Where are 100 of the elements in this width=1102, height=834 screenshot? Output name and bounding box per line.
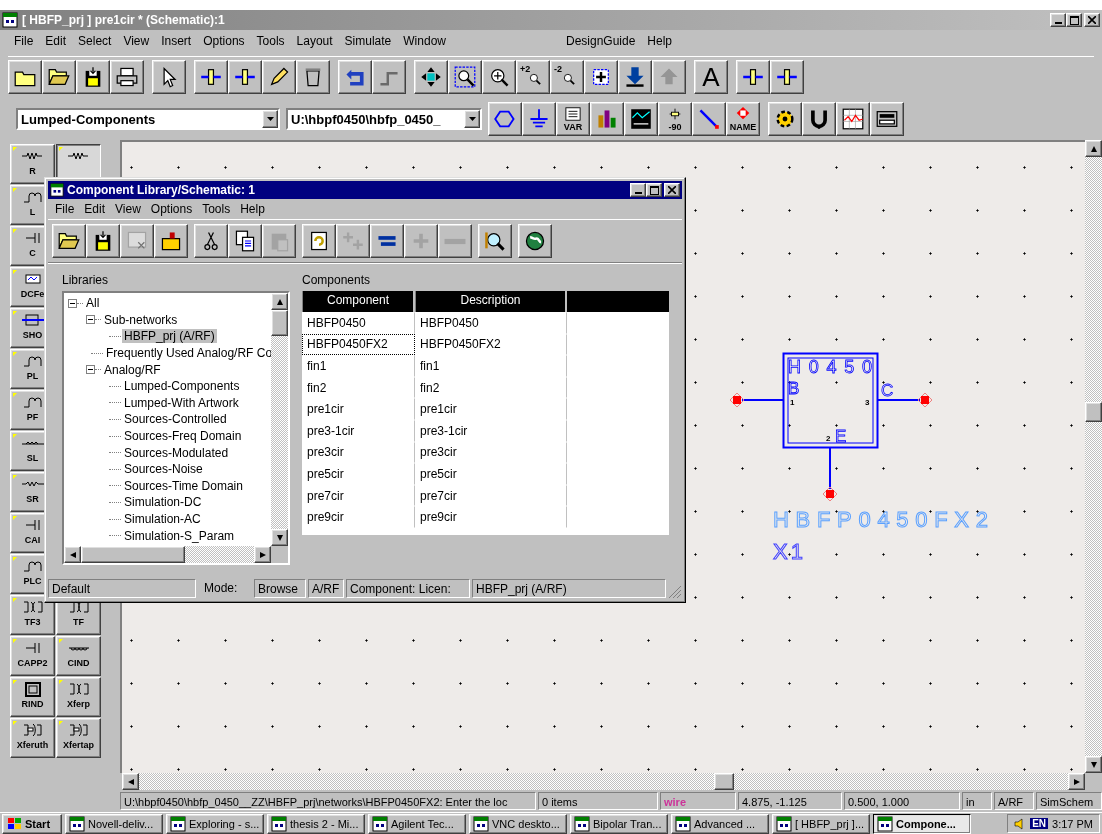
table-cell[interactable]: fin2 — [302, 376, 415, 399]
palette-button[interactable]: Xfertap — [56, 718, 101, 758]
tree-item[interactable]: Sources-Controlled — [122, 412, 229, 427]
tree-item[interactable]: All — [84, 296, 102, 311]
toolbar-button[interactable] — [370, 224, 404, 258]
collapse-icon[interactable] — [68, 298, 77, 308]
toolbar-button[interactable] — [302, 224, 336, 258]
table-cell[interactable]: pre7cir — [302, 484, 415, 507]
toolbar-button[interactable] — [42, 60, 76, 94]
menu-item[interactable]: Tools — [197, 201, 236, 217]
scroll-arrow-button[interactable] — [122, 773, 139, 790]
path-dropdown[interactable]: U:\hbpf0450\hbfp_0450_ — [286, 108, 482, 130]
menu-item[interactable]: Insert — [155, 32, 198, 50]
taskbar-button[interactable]: Agilent Tec... — [368, 814, 466, 834]
scroll-thumb[interactable] — [271, 310, 288, 336]
collapse-icon[interactable] — [86, 315, 95, 325]
table-cell[interactable]: HBFP0450FX2 — [415, 333, 567, 356]
table-cell[interactable]: pre9cir — [415, 506, 567, 528]
toolbar-button[interactable] — [76, 60, 110, 94]
toolbar-button[interactable] — [86, 224, 120, 258]
toolbar-button[interactable] — [228, 224, 262, 258]
scroll-arrow-button[interactable] — [1068, 773, 1085, 790]
table-cell[interactable]: pre7cir — [415, 484, 567, 507]
toolbar-button[interactable] — [518, 224, 552, 258]
table-cell[interactable]: pre1cir — [302, 398, 415, 420]
toolbar-button[interactable] — [522, 102, 556, 136]
scroll-arrow-button[interactable] — [271, 293, 288, 310]
table-cell[interactable]: pre3-1cir — [302, 419, 415, 442]
menu-item[interactable]: Help — [641, 32, 679, 50]
table-cell[interactable]: HBFP0450 — [302, 312, 415, 334]
palette-button[interactable]: CIND — [56, 636, 101, 676]
toolbar-button[interactable] — [152, 60, 186, 94]
table-cell[interactable]: pre9cir — [302, 506, 415, 528]
taskbar-button[interactable]: [ HBFP_prj ]... — [772, 814, 870, 834]
toolbar-button[interactable] — [870, 102, 904, 136]
start-button[interactable]: Start — [2, 814, 62, 834]
toolbar-button[interactable] — [194, 224, 228, 258]
dropdown-button[interactable] — [464, 110, 480, 128]
menu-item[interactable]: Options — [197, 32, 251, 50]
menu-item[interactable]: File — [8, 32, 40, 50]
table-cell[interactable]: pre1cir — [415, 398, 567, 420]
toolbar-button[interactable] — [448, 60, 482, 94]
tree-item[interactable]: HBFP_prj (A/RF) — [122, 329, 217, 344]
toolbar-button[interactable] — [482, 60, 516, 94]
toolbar-button[interactable] — [590, 102, 624, 136]
maximize-button[interactable] — [1066, 13, 1082, 27]
vertical-scrollbar[interactable] — [1085, 140, 1102, 773]
menu-item[interactable]: Options — [145, 201, 198, 217]
language-indicator[interactable]: EN — [1030, 818, 1049, 829]
palette-button[interactable]: R — [10, 144, 55, 184]
table-cell[interactable]: pre5cir — [302, 463, 415, 485]
toolbar-button[interactable] — [296, 60, 330, 94]
tree-item[interactable]: Sources-Time Domain — [122, 478, 245, 493]
tree-item[interactable]: Lumped-Components — [122, 379, 242, 394]
menu-item[interactable]: View — [117, 32, 156, 50]
menu-item[interactable]: Help — [235, 201, 270, 217]
horizontal-scrollbar[interactable] — [64, 546, 288, 563]
menu-item[interactable]: Select — [72, 32, 118, 50]
taskbar-button[interactable]: thesis 2 - Mi... — [267, 814, 365, 834]
toolbar-button[interactable] — [194, 60, 228, 94]
taskbar-button[interactable]: Advanced ... — [671, 814, 769, 834]
taskbar-button[interactable]: Novell-deliv... — [65, 814, 163, 834]
toolbar-button[interactable] — [154, 224, 188, 258]
toolbar-button[interactable] — [478, 224, 512, 258]
toolbar-button[interactable]: -90 — [658, 102, 692, 136]
minimize-button[interactable] — [630, 183, 646, 197]
library-tree[interactable] — [62, 291, 290, 565]
tree-item[interactable]: Sources-Freq Domain — [122, 429, 244, 444]
table-cell[interactable]: HBFP0450FX2 — [302, 333, 415, 356]
close-button[interactable] — [664, 183, 680, 197]
palette-button[interactable]: Xferp — [56, 677, 101, 717]
table-cell[interactable]: pre3-1cir — [415, 419, 567, 442]
palette-button[interactable]: CAPP2 — [10, 636, 55, 676]
menu-item[interactable]: Edit — [79, 201, 111, 217]
menu-item[interactable]: Layout — [290, 32, 339, 50]
tree-item[interactable]: Simulation-DC — [122, 495, 204, 510]
column-header[interactable]: Component — [302, 291, 415, 312]
minimize-button[interactable] — [1050, 13, 1066, 27]
menu-item[interactable]: Simulate — [338, 32, 398, 50]
table-cell[interactable]: pre5cir — [415, 463, 567, 485]
toolbar-button[interactable] — [768, 102, 802, 136]
vertical-scrollbar[interactable] — [271, 293, 288, 546]
scroll-thumb[interactable] — [714, 773, 734, 790]
toolbar-button[interactable] — [338, 60, 372, 94]
table-cell[interactable]: pre3cir — [415, 441, 567, 464]
horizontal-scrollbar[interactable] — [122, 773, 1102, 790]
tree-item[interactable]: Sources-Noise — [122, 462, 205, 477]
toolbar-button[interactable] — [836, 102, 870, 136]
tree-item[interactable]: Sources-Modulated — [122, 445, 231, 460]
scroll-arrow-button[interactable] — [64, 546, 81, 563]
taskbar-button[interactable]: VNC deskto... — [469, 814, 567, 834]
menu-item[interactable]: Tools — [250, 32, 291, 50]
taskbar-button[interactable]: Exploring - s... — [166, 814, 264, 834]
scroll-arrow-button[interactable] — [271, 529, 288, 546]
toolbar-button[interactable] — [624, 102, 658, 136]
toolbar-button[interactable]: -2 — [550, 60, 584, 94]
toolbar-button[interactable] — [692, 102, 726, 136]
toolbar-button[interactable]: A — [694, 60, 728, 94]
column-header[interactable]: Description — [415, 291, 567, 312]
taskbar-button[interactable]: Compone... — [873, 814, 971, 834]
